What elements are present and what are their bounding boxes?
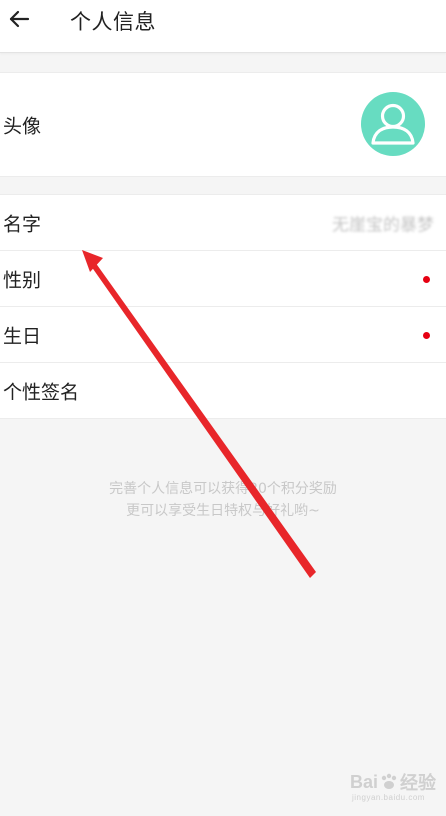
avatar-section: 头像 [0,72,446,177]
app-header: 个人信息 [0,0,446,53]
avatar-row[interactable]: 头像 [0,73,446,176]
birthday-label: 生日 [3,325,42,347]
gender-row[interactable]: 性别 [0,251,446,307]
paw-icon [381,773,397,789]
name-value: 无崖宝的暴梦 [332,215,434,235]
reward-hint-line-1: 完善个人信息可以获得20个积分奖励 [109,481,337,497]
name-label: 名字 [3,213,42,235]
avatar[interactable] [361,92,425,156]
reward-hint: 完善个人信息可以获得20个积分奖励 更可以享受生日特权与好礼哟~ [0,478,446,522]
avatar-label: 头像 [3,115,42,137]
user-avatar-icon [371,103,415,145]
watermark-url: jingyan.baidu.com [351,793,425,802]
name-row[interactable]: 名字 无崖宝的暴梦 [0,195,446,251]
back-button[interactable] [4,4,34,34]
gender-required-dot [423,275,430,283]
page-title: 个人信息 [70,10,156,34]
reward-hint-line-2: 更可以享受生日特权与好礼哟~ [126,503,320,519]
birthday-row[interactable]: 生日 [0,307,446,363]
info-section: 名字 无崖宝的暴梦 性别 生日 个性签名 [0,194,446,419]
arrow-left-icon [9,10,30,28]
signature-label: 个性签名 [3,381,80,403]
birthday-required-dot [423,331,430,339]
baidu-jingyan-watermark: Bai 经验 jingyan.baidu.com [349,769,436,803]
watermark-brand-suffix: 经验 [400,773,436,793]
gender-label: 性别 [3,269,42,291]
watermark-brand-prefix: Bai [349,771,378,792]
signature-row[interactable]: 个性签名 [0,363,446,418]
